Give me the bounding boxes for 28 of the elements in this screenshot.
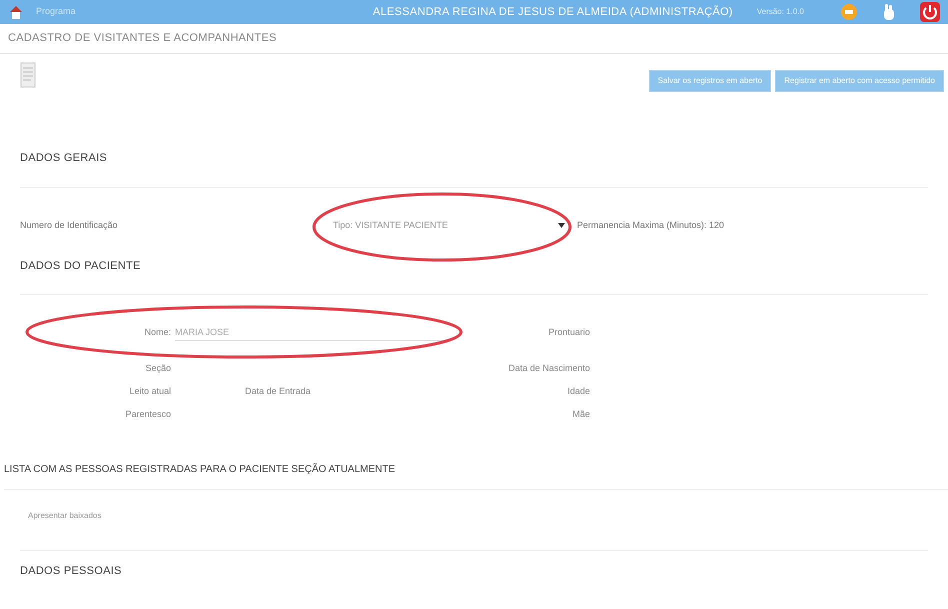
show-archived-option[interactable]: Apresentar baixados	[28, 511, 102, 520]
name-field[interactable]: MARIA JOSE	[175, 325, 445, 341]
chevron-down-icon	[558, 223, 565, 228]
stay-label: Permanencia Maxima (Minutos): 120	[577, 218, 724, 232]
user-name: ALESSANDRA REGINA DE JESUS DE ALMEIDA (ADMINISTRAÇÃO)	[372, 4, 733, 20]
power-icon[interactable]	[920, 2, 940, 22]
field-label: Leito atual	[129, 385, 172, 398]
field-label: Numero de Identificação	[20, 218, 119, 232]
field-label: Nome:	[143, 326, 172, 339]
version-label: Versão: 1.0.0	[756, 6, 804, 18]
section-title: DADOS GERAIS	[20, 150, 928, 188]
home-icon[interactable]	[8, 4, 24, 20]
field-label: Mãe	[572, 408, 590, 421]
field-label: Data de Nascimento	[508, 362, 590, 375]
type-select[interactable]: Tipo: VISITANTE PACIENTE	[325, 216, 565, 234]
field-label: Data de Entrada	[244, 385, 312, 398]
section-title: DADOS DO PACIENTE	[20, 258, 928, 295]
field-label: Idade	[567, 385, 590, 398]
field-label: Parentesco	[125, 408, 172, 421]
section-title: DADOS PESSOAIS	[20, 550, 928, 580]
document-icon	[20, 62, 36, 88]
action-button[interactable]: Registrar em aberto com acesso permitido	[775, 70, 944, 92]
action-button[interactable]: Salvar os registros em aberto	[648, 70, 772, 92]
section-title: LISTA COM AS PESSOAS REGISTRADAS PARA O PACIENTE SEÇÃO ATUALMENTE	[4, 462, 948, 490]
field-label: Prontuario	[547, 326, 590, 339]
page-title: CADASTRO DE VISITANTES E ACOMPANHANTES	[8, 31, 277, 46]
field-label: Seção	[145, 362, 172, 375]
program-label: Programa	[36, 5, 77, 18]
